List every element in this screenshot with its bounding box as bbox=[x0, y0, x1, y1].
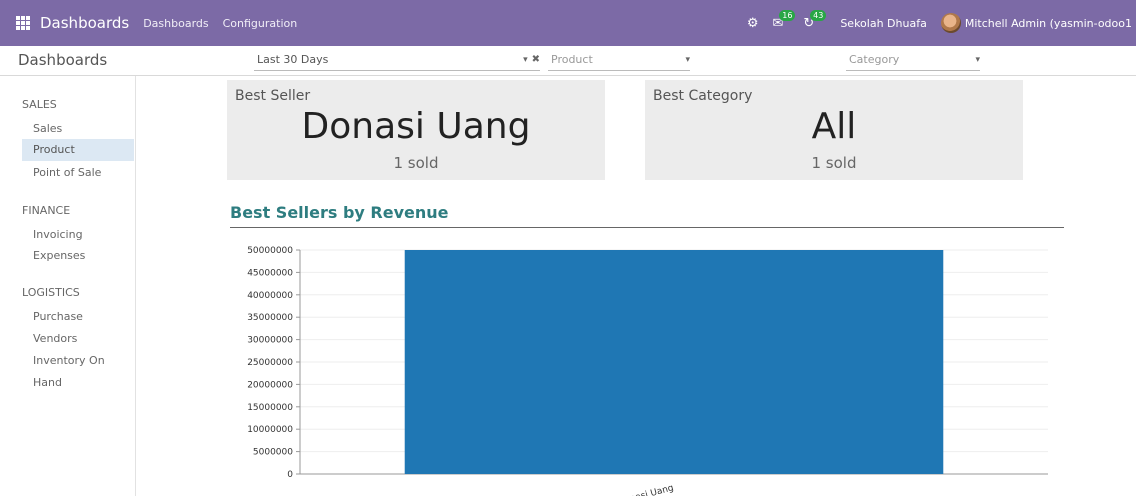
sidebar-item-expenses[interactable]: Expenses bbox=[22, 245, 134, 267]
date-range-value: Last 30 Days bbox=[257, 53, 329, 66]
clear-icon[interactable]: ✖ bbox=[532, 54, 540, 65]
best-category-card: Best Category All 1 sold bbox=[645, 80, 1023, 180]
best-seller-label: Best Seller bbox=[235, 88, 311, 104]
y-tick-label: 10000000 bbox=[247, 425, 293, 435]
sidebar-item-inventory-on-hand[interactable]: Inventory On Hand bbox=[22, 350, 134, 389]
control-panel: Dashboards Last 30 Days ▾ ✖ Product ▾ Ca… bbox=[0, 46, 1136, 76]
y-tick-label: 50000000 bbox=[247, 246, 293, 256]
category-select[interactable]: Category ▾ bbox=[846, 49, 980, 71]
menu-dashboards[interactable]: Dashboards bbox=[143, 17, 208, 30]
best-category-sold: 1 sold bbox=[811, 154, 857, 172]
best-seller-sold: 1 sold bbox=[393, 154, 439, 172]
activity-badge: 43 bbox=[810, 9, 827, 21]
category-placeholder: Category bbox=[849, 53, 900, 66]
avatar bbox=[940, 13, 961, 33]
y-tick-label: 0 bbox=[287, 470, 293, 480]
navbar-right: ⚙ ✉ 16 ↻ 43 Sekolah Dhuafa Mitchell Admin … bbox=[747, 0, 1136, 46]
y-tick-label: 5000000 bbox=[253, 448, 293, 458]
best-sellers-chart: 0 5000000 10000000 15000000 20000000 25000000… bbox=[247, 246, 1048, 496]
y-tick-label: 30000000 bbox=[247, 336, 293, 346]
user-name: Mitchell Admin (yasmin-odoo1 bbox=[964, 16, 1132, 30]
y-tick-label: 35000000 bbox=[247, 313, 293, 323]
app-brand[interactable]: Dashboards bbox=[40, 14, 129, 32]
y-tick-label: 40000000 bbox=[247, 291, 293, 301]
best-category-value: All bbox=[811, 106, 857, 147]
product-placeholder: Product bbox=[551, 53, 593, 66]
sidebar-section-sales: SALES bbox=[22, 98, 57, 111]
best-seller-value: Donasi Uang bbox=[301, 106, 531, 147]
sidebar: SALES Sales Product Point of Sale FINANC… bbox=[0, 76, 136, 496]
product-select[interactable]: Product ▾ bbox=[548, 49, 690, 71]
y-tick-label: 15000000 bbox=[247, 403, 293, 413]
y-tick-label: 25000000 bbox=[247, 358, 293, 368]
sidebar-item-point-of-sale[interactable]: Point of Sale bbox=[22, 162, 134, 184]
chat-icon[interactable]: ✉ 16 bbox=[773, 9, 796, 31]
y-tick-label: 20000000 bbox=[247, 380, 293, 390]
sidebar-section-finance: FINANCE bbox=[22, 204, 71, 217]
sidebar-item-purchase[interactable]: Purchase bbox=[22, 306, 134, 328]
sidebar-item-invoicing[interactable]: Invoicing bbox=[22, 224, 134, 246]
company-switcher[interactable]: Sekolah Dhuafa bbox=[840, 17, 927, 30]
menu-configuration[interactable]: Configuration bbox=[223, 17, 298, 30]
chevron-down-icon: ▾ bbox=[523, 54, 528, 65]
breadcrumb: Dashboards bbox=[18, 51, 108, 69]
user-menu[interactable]: Mitchell Admin (yasmin-odoo1 bbox=[940, 13, 1132, 33]
chevron-down-icon: ▾ bbox=[975, 54, 980, 65]
bar bbox=[404, 250, 944, 474]
main-menu: Dashboards Configuration bbox=[143, 17, 297, 30]
section-title: Best Sellers by Revenue bbox=[230, 203, 449, 222]
date-range-select[interactable]: Last 30 Days ▾ ✖ bbox=[254, 49, 540, 71]
activity-icon[interactable]: ↻ 43 bbox=[803, 9, 827, 31]
apps-grid-icon[interactable] bbox=[16, 16, 30, 30]
section-divider bbox=[230, 227, 1064, 228]
chat-badge: 16 bbox=[779, 9, 796, 21]
best-seller-card: Best Seller Donasi Uang 1 sold bbox=[227, 80, 605, 180]
x-tick-label: Donasi Uang bbox=[617, 483, 675, 496]
y-tick-label: 45000000 bbox=[247, 268, 293, 278]
best-category-label: Best Category bbox=[653, 88, 753, 104]
sidebar-item-vendors[interactable]: Vendors bbox=[22, 328, 134, 350]
bug-icon[interactable]: ⚙ bbox=[747, 16, 759, 31]
sidebar-item-product[interactable]: Product bbox=[22, 139, 134, 161]
sidebar-item-sales[interactable]: Sales bbox=[22, 118, 134, 140]
top-navbar: Dashboards Dashboards Configuration ⚙ ✉ 1… bbox=[0, 0, 1136, 46]
chevron-down-icon: ▾ bbox=[685, 54, 690, 65]
sidebar-section-logistics: LOGISTICS bbox=[22, 286, 80, 299]
